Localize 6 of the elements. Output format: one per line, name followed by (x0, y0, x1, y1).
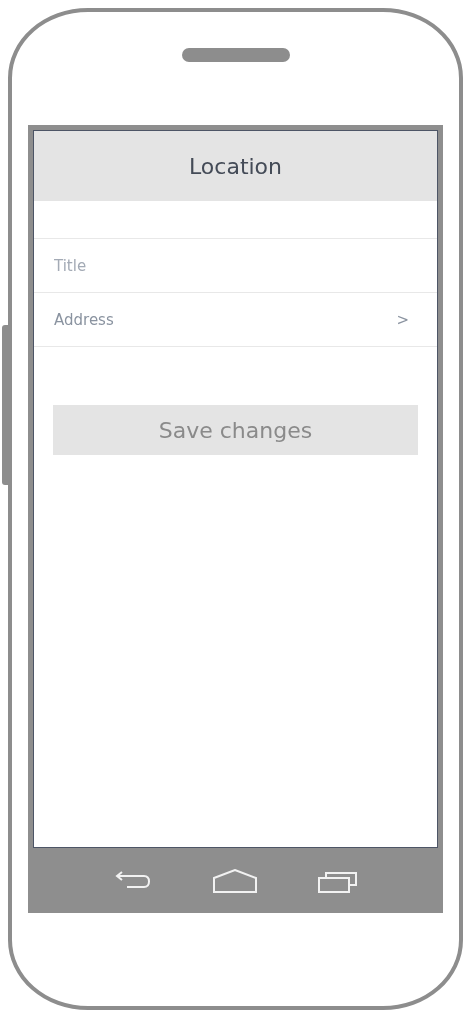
screen-title: Location (188, 153, 283, 179)
chevron-icon: > (396, 310, 409, 329)
title-field[interactable]: Title (54, 256, 409, 275)
address-row[interactable]: Address > (34, 293, 437, 347)
home-icon[interactable] (212, 868, 257, 893)
save-button[interactable]: Save changes (53, 405, 418, 455)
